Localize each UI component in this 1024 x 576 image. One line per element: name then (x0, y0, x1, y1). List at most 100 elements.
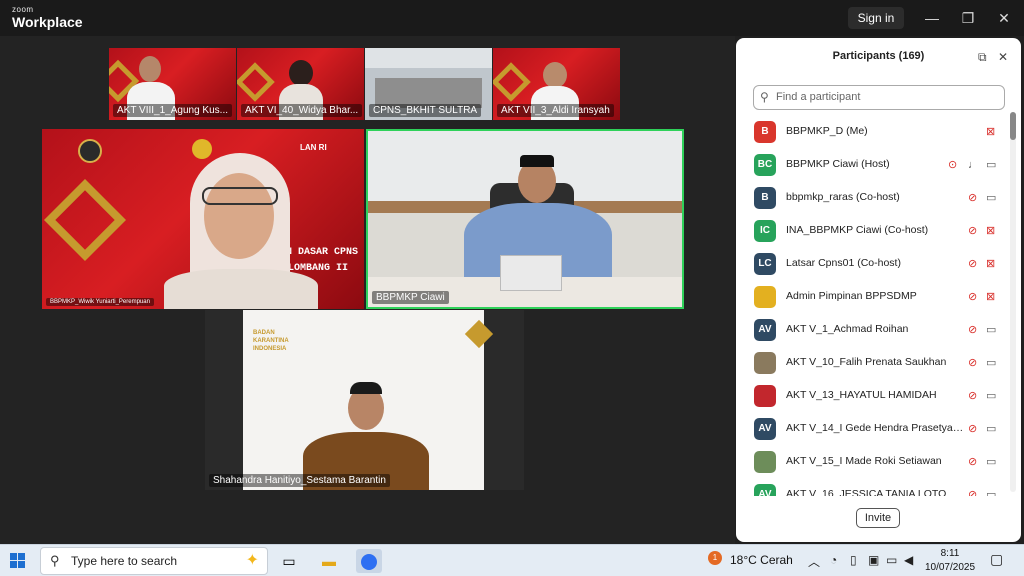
participant-row[interactable]: AKT V_13_HAYATUL HAMIDAH ⊘ ▭ (736, 380, 1021, 413)
clock-time: 8:11 (940, 548, 960, 559)
scrollbar[interactable] (1010, 112, 1016, 492)
avatar: B (754, 121, 776, 143)
sign-in-button[interactable]: Sign in (848, 7, 904, 29)
taskbar-search-input[interactable]: ⚲ Type here to search ✦ (40, 547, 268, 575)
video-off-icon: ⊠ (986, 225, 996, 237)
participant-name-label: BBPMKP Ciawi (372, 291, 449, 304)
mic-muted-icon: ⊘ (968, 291, 978, 303)
video-icon: ▭ (986, 489, 997, 496)
participant-row[interactable]: AV AKT V_1_Achmad Roihan ⊘ ▭ (736, 314, 1021, 347)
participant-name-label: CPNS_BKHIT SULTRA (369, 104, 482, 117)
participant-row[interactable]: Admin Pimpinan BPPSDMP ⊘ ⊠ (736, 281, 1021, 314)
participant-row[interactable]: AKT V_15_I Made Roki Setiawan ⊘ ▭ (736, 446, 1021, 479)
peci-hat (520, 155, 554, 167)
mic-muted-icon: ⊘ (968, 192, 978, 204)
glasses (202, 187, 278, 205)
banner-line-2: KARANTINA (253, 338, 289, 344)
participant-search-input[interactable]: ⚲ Find a participant (753, 85, 1005, 110)
video-off-icon: ⊠ (986, 126, 996, 138)
banner-line-1: AN DASAR CPNS (280, 247, 359, 258)
avatar: AV (754, 418, 776, 440)
video-icon: ▭ (986, 192, 997, 204)
minimize-button[interactable]: — (922, 8, 942, 28)
participant-row[interactable]: IC INA_BBPMKP Ciawi (Co-host) ⊘ ⊠ (736, 215, 1021, 248)
emblem-icon (78, 139, 102, 163)
participant-name: AKT V_10_Falih Prenata Saukhan (786, 356, 947, 368)
notifications-icon[interactable]: ▢ (990, 551, 1003, 568)
brand-small: zoom (12, 5, 34, 14)
task-view-icon[interactable]: ▭ (276, 549, 302, 573)
lan-ri-logo: LAN RI (300, 143, 327, 152)
weather-text[interactable]: 18°C Cerah (730, 553, 793, 567)
participant-row[interactable]: BC BBPMKP Ciawi (Host) ⊙ ♩ ▭ (736, 149, 1021, 182)
file-explorer-icon[interactable]: ▬ (316, 549, 342, 573)
participant-name: bbpmkp_raras (Co-host) (786, 191, 900, 203)
participant-row[interactable]: Bbbpmkp_raras (Co-host) ⊘ ▭ (736, 182, 1021, 215)
network-icon[interactable]: ◔ (830, 553, 837, 567)
avatar: AV (754, 319, 776, 341)
participant-row[interactable]: B BBPMKP_D (Me) ⊠ (736, 116, 1021, 149)
mic-muted-icon: ⊘ (968, 489, 978, 496)
avatar (754, 352, 776, 374)
participant-name: AKT V_13_HAYATUL HAMIDAH (786, 389, 937, 401)
clock-date: 10/07/2025 (924, 562, 976, 573)
brand-big: Workplace (12, 14, 83, 30)
participant-name-label: Shahandra Hanitiyo_Sestama Barantin (209, 474, 390, 487)
popout-icon[interactable]: ⧉ (978, 50, 987, 65)
mic-muted-icon: ⊘ (968, 225, 978, 237)
video-tile-4[interactable]: AKT VII_3_Aldi Iransyah (493, 48, 620, 120)
close-panel-icon[interactable]: ✕ (998, 50, 1008, 64)
battery-icon[interactable]: ▭ (886, 553, 897, 567)
video-tile-1[interactable]: AKT VIII_1_Agung Kus... (109, 48, 236, 120)
invite-button[interactable]: Invite (856, 508, 900, 528)
mic-muted-icon: ⊘ (968, 258, 978, 270)
avatar: BC (754, 154, 776, 176)
video-icon: ▭ (986, 159, 997, 171)
display-icon[interactable]: ▣ (868, 553, 879, 567)
search-icon: ⚲ (760, 90, 769, 104)
banner-line-3: INDONESIA (253, 346, 287, 352)
chevron-up-icon[interactable]: ︿ (808, 553, 820, 570)
mic-icon: ♩ (968, 159, 979, 171)
participant-name-label: BBPMKP_Wiwik Yuniarti_Perempuan (46, 298, 154, 306)
video-tile-3[interactable]: CPNS_BKHIT SULTRA (365, 48, 492, 120)
participant-row[interactable]: AV AKT V_16_JESSICA TANIA LOTO ⊘ ▭ (736, 479, 1021, 496)
zoom-logo: zoom Workplace (12, 5, 83, 30)
mic-muted-icon: ⊘ (968, 357, 978, 369)
video-tile-3rd[interactable]: BADAN KARANTINA INDONESIA Shahandra Hani… (205, 310, 524, 490)
close-button[interactable]: ✕ (994, 8, 1014, 28)
volume-icon[interactable]: ◀ (904, 553, 913, 567)
video-tile-active-speaker[interactable]: BBPMKP Ciawi (366, 129, 684, 309)
participant-row[interactable]: AV AKT V_14_I Gede Hendra Prasetya W... ⊘ ▭ (736, 413, 1021, 446)
weather-notification-badge: 1 (708, 551, 722, 565)
search-placeholder: Find a participant (776, 91, 861, 103)
windows-start-icon[interactable] (10, 553, 26, 569)
participant-list: B BBPMKP_D (Me) ⊠ BC BBPMKP Ciawi (Host) ⊙ ♩ ▭ B… (736, 116, 1021, 496)
laptop (500, 255, 562, 291)
clock[interactable]: 8:11 10/07/2025 (922, 547, 978, 575)
video-tile-speaker-left[interactable]: LAN RI AN DASAR CPNS ELOMBANG II BBPMKP_… (42, 129, 364, 309)
search-icon: ⚲ (50, 553, 60, 568)
participant-name: AKT V_1_Achmad Roihan (786, 323, 909, 335)
participants-panel: Participants (169) ⧉ ✕ ⚲ Find a particip… (736, 38, 1021, 542)
avatar: LC (754, 253, 776, 275)
banner-line-1: BADAN (253, 330, 275, 336)
participant-name: Latsar Cpns01 (Co-host) (786, 257, 901, 269)
avatar: B (754, 187, 776, 209)
mic-muted-icon: ⊘ (968, 390, 978, 402)
participant-name: INA_BBPMKP Ciawi (Co-host) (786, 224, 929, 236)
copilot-sparkle-icon: ✦ (245, 552, 259, 569)
participant-row[interactable]: AKT V_10_Falih Prenata Saukhan ⊘ ▭ (736, 347, 1021, 380)
participant-name: BBPMKP_D (Me) (786, 125, 868, 137)
video-icon: ▭ (986, 423, 997, 435)
participant-name: Admin Pimpinan BPPSDMP (786, 290, 917, 302)
logo-icon (192, 139, 212, 159)
video-icon: ▭ (986, 324, 997, 336)
zoom-app-icon[interactable] (356, 549, 382, 573)
avatar (754, 385, 776, 407)
phone-link-icon[interactable]: ▯ (850, 553, 857, 567)
participant-row[interactable]: LC Latsar Cpns01 (Co-host) ⊘ ⊠ (736, 248, 1021, 281)
maximize-button[interactable]: ❐ (958, 8, 978, 28)
title-bar: zoom Workplace Sign in — ❐ ✕ (0, 0, 1024, 36)
video-tile-2[interactable]: AKT VI_40_Widya Bhar... (237, 48, 364, 120)
